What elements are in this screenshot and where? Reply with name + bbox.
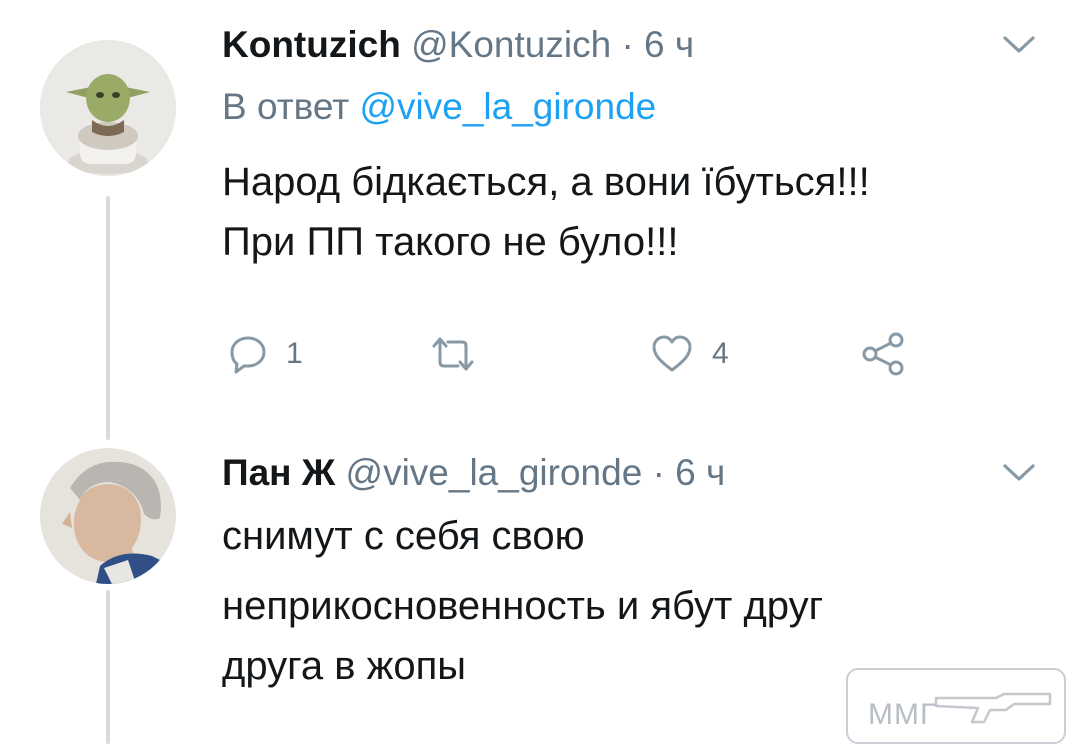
reply-to-handle[interactable]: @vive_la_gironde — [360, 86, 657, 127]
share-button[interactable] — [860, 330, 906, 378]
share-icon — [862, 332, 904, 376]
display-name[interactable]: Kontuzich — [222, 24, 401, 65]
avatar[interactable] — [40, 40, 176, 176]
reply-icon — [230, 336, 266, 374]
thread-line-bottom — [106, 590, 110, 744]
chevron-down-icon[interactable] — [1002, 34, 1036, 56]
rifle-icon — [934, 692, 1052, 724]
like-icon — [652, 335, 692, 372]
reply-count: 1 — [286, 337, 303, 370]
retweet-button[interactable] — [428, 330, 496, 378]
separator-dot: · — [652, 452, 665, 493]
tweet-actions: 1 4 — [222, 330, 922, 378]
watermark-text: ММГ — [868, 698, 938, 731]
portrait-avatar-icon — [40, 448, 176, 584]
avatar[interactable] — [40, 448, 176, 584]
timestamp[interactable]: 6 ч — [644, 24, 694, 65]
user-handle[interactable]: @Kontuzich — [411, 24, 611, 65]
user-handle[interactable]: @vive_la_gironde — [346, 452, 643, 493]
tweet-text-line-2: При ПП такого не було!!! — [222, 220, 679, 264]
tweet-text-line-1: снимут с себя свою — [222, 514, 585, 558]
timestamp[interactable]: 6 ч — [675, 452, 725, 493]
tweet-kontuzich[interactable]: Kontuzich @Kontuzich · 6 ч В ответ @vive… — [0, 0, 1071, 440]
tweet-text-line-1: Народ бідкається, а вони їбуться!!! — [222, 160, 870, 204]
yoda-figurine-avatar-icon — [40, 40, 176, 176]
like-count: 4 — [712, 337, 729, 370]
chevron-down-icon[interactable] — [1002, 462, 1036, 484]
retweet-icon — [432, 337, 474, 371]
reply-prefix: В ответ — [222, 86, 350, 127]
tweet-text-line-3: друга в жопы — [222, 644, 466, 688]
display-name[interactable]: Пан Ж — [222, 452, 335, 493]
tweet-header: Kontuzich @Kontuzich · 6 ч — [222, 26, 694, 63]
reply-button[interactable]: 1 — [228, 330, 303, 378]
thread-line-top — [106, 196, 110, 440]
separator-dot: · — [621, 24, 634, 65]
watermark: ММГ — [846, 668, 1066, 744]
tweet-header: Пан Ж @vive_la_gironde · 6 ч — [222, 454, 725, 491]
reply-context: В ответ @vive_la_gironde — [222, 88, 656, 125]
tweet-text-line-2: неприкосновенность и ябут друг — [222, 584, 824, 628]
like-button[interactable]: 4 — [650, 330, 729, 378]
